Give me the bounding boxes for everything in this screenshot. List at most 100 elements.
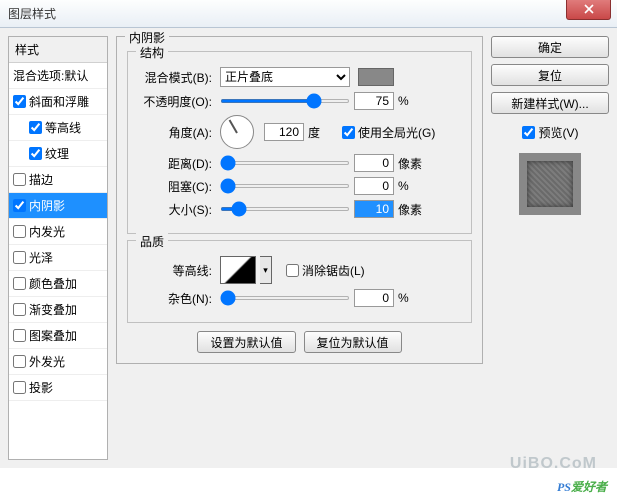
blend-mode-select[interactable]: 正片叠底 bbox=[220, 67, 350, 87]
titlebar: 图层样式 bbox=[0, 0, 617, 28]
style-checkbox[interactable] bbox=[13, 95, 26, 108]
size-row: 大小(S): 像素 bbox=[138, 200, 461, 218]
opacity-slider[interactable] bbox=[220, 99, 350, 103]
style-label: 内发光 bbox=[29, 223, 65, 240]
watermark-cn: 爱好者 bbox=[571, 480, 607, 494]
contour-preview[interactable] bbox=[220, 256, 256, 284]
global-light-checkbox-label[interactable]: 使用全局光(G) bbox=[342, 124, 435, 141]
style-checkbox[interactable] bbox=[13, 225, 26, 238]
make-default-button[interactable]: 设置为默认值 bbox=[197, 331, 295, 353]
style-label: 光泽 bbox=[29, 249, 53, 266]
preview-checkbox-label[interactable]: 预览(V) bbox=[491, 124, 609, 141]
noise-label: 杂色(N): bbox=[138, 290, 216, 307]
style-item-2[interactable]: 等高线 bbox=[9, 115, 107, 141]
ok-button[interactable]: 确定 bbox=[491, 36, 609, 58]
style-checkbox[interactable] bbox=[13, 355, 26, 368]
noise-input[interactable] bbox=[354, 289, 394, 307]
contour-dropdown[interactable]: ▾ bbox=[260, 256, 272, 284]
right-panel: 确定 复位 新建样式(W)... 预览(V) bbox=[491, 36, 609, 460]
dialog-body: 样式 混合选项:默认斜面和浮雕等高线纹理描边内阴影内发光光泽颜色叠加渐变叠加图案… bbox=[0, 28, 617, 468]
contour-label: 等高线: bbox=[138, 262, 216, 279]
distance-row: 距离(D): 像素 bbox=[138, 154, 461, 172]
choke-input[interactable] bbox=[354, 177, 394, 195]
close-button[interactable] bbox=[566, 0, 611, 20]
opacity-row: 不透明度(O): % bbox=[138, 92, 461, 110]
style-item-12[interactable]: 投影 bbox=[9, 375, 107, 401]
noise-row: 杂色(N): % bbox=[138, 289, 461, 307]
style-item-8[interactable]: 颜色叠加 bbox=[9, 271, 107, 297]
structure-title: 结构 bbox=[136, 44, 168, 61]
distance-unit: 像素 bbox=[398, 155, 428, 172]
style-item-3[interactable]: 纹理 bbox=[9, 141, 107, 167]
new-style-button[interactable]: 新建样式(W)... bbox=[491, 92, 609, 114]
defaults-row: 设置为默认值 复位为默认值 bbox=[127, 331, 472, 353]
style-checkbox[interactable] bbox=[13, 199, 26, 212]
style-item-4[interactable]: 描边 bbox=[9, 167, 107, 193]
style-checkbox[interactable] bbox=[13, 329, 26, 342]
global-light-checkbox[interactable] bbox=[342, 126, 355, 139]
choke-slider[interactable] bbox=[220, 184, 350, 188]
distance-input[interactable] bbox=[354, 154, 394, 172]
antialias-checkbox[interactable] bbox=[286, 264, 299, 277]
style-item-11[interactable]: 外发光 bbox=[9, 349, 107, 375]
size-input[interactable] bbox=[354, 200, 394, 218]
style-item-7[interactable]: 光泽 bbox=[9, 245, 107, 271]
angle-label: 角度(A): bbox=[138, 124, 216, 141]
styles-header: 样式 bbox=[9, 37, 107, 63]
style-item-1[interactable]: 斜面和浮雕 bbox=[9, 89, 107, 115]
style-item-5[interactable]: 内阴影 bbox=[9, 193, 107, 219]
style-checkbox[interactable] bbox=[13, 303, 26, 316]
size-label: 大小(S): bbox=[138, 201, 216, 218]
style-label: 颜色叠加 bbox=[29, 275, 77, 292]
opacity-unit: % bbox=[398, 94, 428, 108]
style-item-9[interactable]: 渐变叠加 bbox=[9, 297, 107, 323]
style-label: 斜面和浮雕 bbox=[29, 93, 89, 110]
opacity-input[interactable] bbox=[354, 92, 394, 110]
styles-panel: 样式 混合选项:默认斜面和浮雕等高线纹理描边内阴影内发光光泽颜色叠加渐变叠加图案… bbox=[8, 36, 108, 460]
style-checkbox[interactable] bbox=[29, 147, 42, 160]
preview-box bbox=[519, 153, 581, 215]
antialias-checkbox-label[interactable]: 消除锯齿(L) bbox=[286, 262, 365, 279]
choke-unit: % bbox=[398, 179, 428, 193]
shadow-color-swatch[interactable] bbox=[358, 68, 394, 86]
style-checkbox[interactable] bbox=[13, 277, 26, 290]
style-checkbox[interactable] bbox=[13, 381, 26, 394]
window-title: 图层样式 bbox=[8, 5, 56, 22]
watermark-logo: PS爱好者 bbox=[557, 474, 607, 497]
reset-default-button[interactable]: 复位为默认值 bbox=[304, 331, 402, 353]
style-label: 等高线 bbox=[45, 119, 81, 136]
distance-slider[interactable] bbox=[220, 161, 350, 165]
style-label: 图案叠加 bbox=[29, 327, 77, 344]
style-checkbox[interactable] bbox=[13, 173, 26, 186]
style-label: 内阴影 bbox=[29, 197, 65, 214]
style-label: 投影 bbox=[29, 379, 53, 396]
choke-row: 阻塞(C): % bbox=[138, 177, 461, 195]
close-icon bbox=[584, 4, 594, 14]
style-checkbox[interactable] bbox=[13, 251, 26, 264]
style-checkbox[interactable] bbox=[29, 121, 42, 134]
noise-slider[interactable] bbox=[220, 296, 350, 300]
reset-button[interactable]: 复位 bbox=[491, 64, 609, 86]
size-unit: 像素 bbox=[398, 201, 428, 218]
noise-unit: % bbox=[398, 291, 428, 305]
preview-thumbnail bbox=[527, 161, 573, 207]
watermark-ps: PS bbox=[557, 480, 571, 494]
opacity-label: 不透明度(O): bbox=[138, 93, 216, 110]
style-item-0[interactable]: 混合选项:默认 bbox=[9, 63, 107, 89]
watermark-url: UiBO.CoM bbox=[510, 455, 597, 473]
distance-label: 距离(D): bbox=[138, 155, 216, 172]
structure-subgroup: 结构 混合模式(B): 正片叠底 不透明度(O): % 角度(A): 度 bbox=[127, 51, 472, 234]
blend-mode-label: 混合模式(B): bbox=[138, 69, 216, 86]
antialias-text: 消除锯齿(L) bbox=[302, 262, 365, 279]
style-label: 纹理 bbox=[45, 145, 69, 162]
preview-text: 预览(V) bbox=[539, 124, 579, 141]
style-item-6[interactable]: 内发光 bbox=[9, 219, 107, 245]
inner-shadow-group: 内阴影 结构 混合模式(B): 正片叠底 不透明度(O): % 角度(A): bbox=[116, 36, 483, 364]
preview-checkbox[interactable] bbox=[522, 126, 535, 139]
angle-input[interactable] bbox=[264, 123, 304, 141]
style-label: 外发光 bbox=[29, 353, 65, 370]
size-slider[interactable] bbox=[220, 207, 350, 211]
angle-dial[interactable] bbox=[220, 115, 254, 149]
style-label: 混合选项:默认 bbox=[13, 67, 88, 84]
style-item-10[interactable]: 图案叠加 bbox=[9, 323, 107, 349]
